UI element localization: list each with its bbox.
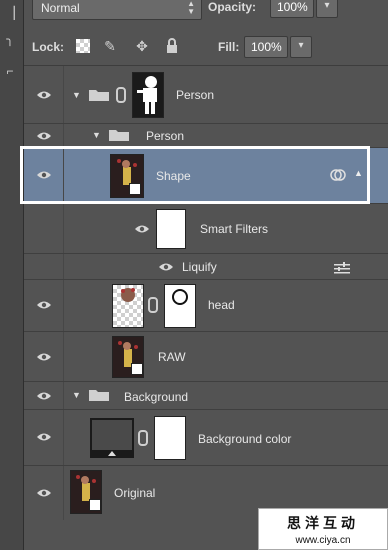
layer-name: RAW: [158, 350, 186, 364]
tool-brush-icon[interactable]: ╮: [3, 30, 17, 48]
eye-icon[interactable]: [36, 391, 52, 401]
visibility-column: [24, 280, 64, 331]
layer-row[interactable]: Smart Filters: [24, 204, 388, 254]
mask-thumbnail[interactable]: [164, 284, 196, 328]
visibility-column: [24, 124, 64, 147]
smart-filter-mask-thumbnail[interactable]: [156, 209, 186, 249]
link-icon[interactable]: [138, 430, 148, 446]
watermark-brand: 思洋互动: [287, 516, 359, 532]
visibility-column: [24, 466, 64, 520]
visibility-column: [24, 332, 64, 381]
mask-thumbnail[interactable]: [154, 416, 186, 460]
fill-dropdown-button[interactable]: ▾: [290, 36, 312, 58]
smart-object-badge-icon: [89, 499, 101, 511]
eye-icon[interactable]: [36, 300, 52, 310]
eye-icon[interactable]: [134, 224, 150, 234]
expand-triangle-icon[interactable]: ▼: [92, 130, 101, 140]
fill-indicator-icon: [108, 451, 116, 456]
opacity-dropdown-button[interactable]: ▾: [316, 0, 338, 18]
visibility-column: [24, 204, 64, 253]
filter-options-icon[interactable]: [334, 262, 350, 274]
link-icon[interactable]: [116, 87, 126, 103]
lock-position-icon[interactable]: ✥: [134, 38, 150, 54]
fill-value: 100%: [251, 40, 282, 54]
layer-row[interactable]: ▼ Background: [24, 382, 388, 410]
layer-name: Background color: [198, 432, 292, 446]
eye-icon[interactable]: [36, 432, 52, 442]
opacity-value: 100%: [277, 0, 308, 14]
lock-label: Lock:: [32, 40, 65, 54]
eye-icon[interactable]: [36, 131, 52, 141]
lock-image-pixels-icon[interactable]: ✎: [102, 38, 118, 54]
tool-bracket-icon[interactable]: ▕: [3, 4, 17, 22]
left-toolbar-strip: ▕ ╮ ⌐: [0, 0, 24, 550]
opacity-label: Opacity:: [208, 0, 257, 14]
visibility-column: [24, 410, 64, 465]
watermark-url: www.ciya.cn: [295, 535, 351, 546]
link-icon[interactable]: [148, 297, 158, 313]
layer-name: head: [208, 298, 235, 312]
layers-panel: Normal ▲ ▼ Opacity: 100% ▾ Lock: ✎ ✥ Fill…: [20, 0, 388, 550]
eye-icon[interactable]: [36, 90, 52, 100]
opacity-field[interactable]: 100%: [270, 0, 314, 18]
layer-name: Person: [176, 88, 215, 102]
layer-thumbnail[interactable]: [70, 470, 102, 514]
eye-icon[interactable]: [36, 352, 52, 362]
eye-icon[interactable]: [158, 262, 174, 272]
fill-field[interactable]: 100%: [244, 36, 288, 58]
layer-row[interactable]: ▼ Person: [24, 66, 388, 124]
folder-icon: [109, 130, 129, 141]
blend-mode-select[interactable]: Normal ▲ ▼: [32, 0, 202, 20]
layer-row[interactable]: RAW: [24, 332, 388, 382]
folder-icon: [89, 90, 109, 101]
visibility-column: [24, 254, 64, 279]
layer-row[interactable]: ▼ Person: [24, 124, 388, 148]
visibility-column: [24, 66, 64, 123]
lock-transparent-pixels-icon[interactable]: [76, 39, 90, 53]
layer-name: Background: [124, 390, 189, 404]
layer-name: Smart Filters: [200, 222, 269, 236]
eye-icon[interactable]: [36, 488, 52, 498]
layer-row[interactable]: Background color: [24, 410, 388, 466]
select-arrows-icon: ▲ ▼: [187, 0, 195, 16]
layer-thumbnail[interactable]: [112, 336, 144, 378]
tool-stamp-icon[interactable]: ⌐: [3, 62, 17, 80]
expand-triangle-icon[interactable]: ▼: [72, 390, 81, 400]
blend-mode-value: Normal: [41, 1, 80, 15]
layer-row[interactable]: head: [24, 280, 388, 332]
expand-triangle-icon[interactable]: ▼: [72, 90, 81, 100]
fill-layer-thumbnail[interactable]: [90, 418, 134, 458]
layer-thumbnail[interactable]: [112, 284, 144, 328]
layer-name: Person: [146, 129, 185, 143]
watermark-logo: 思洋互动 www.ciya.cn: [258, 508, 388, 550]
lock-all-icon[interactable]: [164, 38, 180, 54]
blend-opacity-row: Normal ▲ ▼ Opacity: 100% ▾: [24, 0, 388, 30]
highlight-box: [20, 146, 370, 204]
smart-object-badge-icon: [131, 363, 143, 375]
mask-thumbnail[interactable]: [132, 72, 164, 118]
folder-icon: [89, 390, 109, 401]
layer-name: Liquify: [182, 260, 217, 274]
layer-row[interactable]: Liquify: [24, 254, 388, 280]
visibility-column: [24, 382, 64, 409]
lock-fill-row: Lock: ✎ ✥ Fill: 100% ▾: [24, 30, 388, 66]
fill-label: Fill:: [218, 40, 240, 54]
layer-name: Original: [114, 486, 156, 500]
